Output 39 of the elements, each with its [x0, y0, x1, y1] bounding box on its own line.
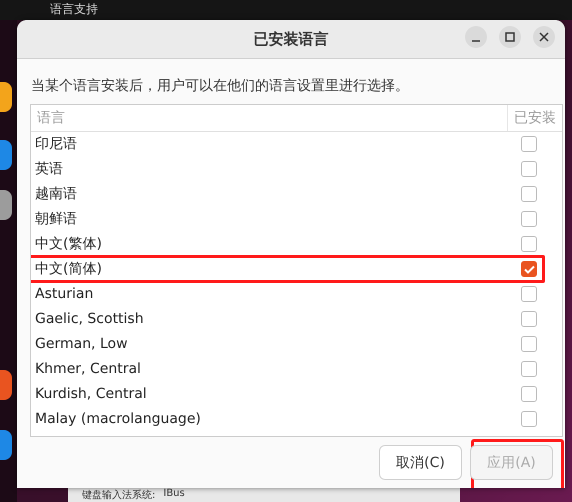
installed-checkbox[interactable] — [521, 411, 537, 427]
maximize-button[interactable] — [499, 26, 521, 48]
language-name: German, Low — [35, 335, 129, 354]
installed-checkbox[interactable] — [521, 261, 537, 277]
language-name: 中文(简体) — [35, 260, 103, 279]
installed-checkbox[interactable] — [521, 161, 537, 177]
description-text: 当某个语言安装后，用户可以在他们的语言设置里进行选择。 — [30, 77, 410, 96]
maximize-icon — [505, 32, 515, 42]
language-name: Khmer, Central — [35, 360, 142, 379]
installed-checkbox[interactable] — [521, 336, 537, 352]
close-button[interactable] — [533, 26, 555, 48]
checkmark-icon — [524, 264, 534, 274]
language-name: Kurdish, Central — [35, 385, 148, 404]
language-name: 越南语 — [35, 185, 78, 204]
installed-checkbox[interactable] — [521, 211, 537, 227]
dialog-button[interactable]: 取消(C) — [379, 445, 462, 480]
installed-checkbox[interactable] — [521, 236, 537, 252]
window-title: 已安装语言 — [254, 30, 328, 48]
language-name: 中文(繁体) — [35, 235, 103, 254]
installed-checkbox[interactable] — [521, 286, 537, 302]
installed-checkbox[interactable] — [521, 136, 537, 152]
language-name: 英语 — [35, 160, 64, 179]
column-header: 语言 — [36, 109, 66, 127]
installed-checkbox[interactable] — [521, 386, 537, 402]
installed-checkbox[interactable] — [521, 361, 537, 377]
language-name: 朝鲜语 — [35, 210, 78, 229]
language-name: 印尼语 — [35, 135, 78, 154]
language-name: Asturian — [35, 285, 94, 304]
minimize-icon — [471, 40, 481, 42]
minimize-button[interactable] — [465, 26, 487, 48]
installed-checkbox[interactable] — [521, 311, 537, 327]
installed-checkbox[interactable] — [521, 186, 537, 202]
column-header: 已安装 — [507, 105, 562, 131]
input-method-label: 键盘输入法系统: — [82, 488, 156, 502]
close-icon — [539, 32, 549, 42]
language-name: Malay (macrolanguage) — [35, 410, 202, 429]
background-window-title: 语言支持 — [50, 2, 98, 16]
language-name: Gaelic, Scottish — [35, 310, 145, 329]
input-method-value: IBus — [163, 488, 185, 499]
